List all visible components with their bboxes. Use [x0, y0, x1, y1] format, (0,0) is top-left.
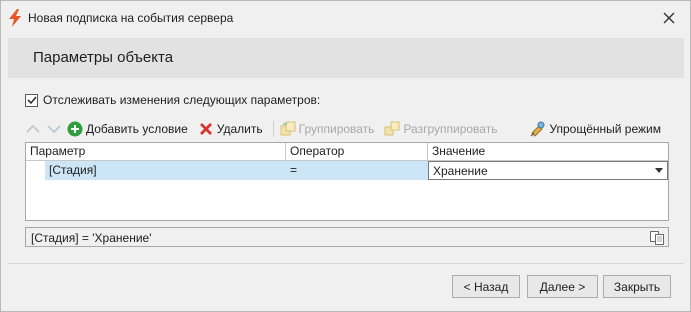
delete-label: Удалить: [216, 122, 263, 136]
ungroup-label: Разгруппировать: [403, 122, 498, 136]
group-label: Группировать: [298, 122, 375, 136]
expression-text: [Стадия] = 'Хранение': [31, 231, 152, 245]
column-header-parameter[interactable]: Параметр: [26, 143, 286, 160]
row-parameter-cell[interactable]: [Стадия]: [45, 161, 286, 180]
condition-toolbar: Добавить условие Удалить Группировать Ра…: [25, 119, 671, 139]
lightning-icon: [9, 9, 21, 27]
move-up-icon[interactable]: [25, 121, 41, 137]
delete-x-icon: [198, 121, 214, 137]
dialog-window: Новая подписка на события сервера Параме…: [0, 0, 691, 312]
column-header-operator[interactable]: Оператор: [286, 143, 428, 160]
next-button[interactable]: Далее >: [527, 275, 598, 298]
close-icon[interactable]: [658, 7, 680, 29]
page-title: Параметры объекта: [33, 49, 174, 66]
copy-icon[interactable]: [649, 230, 665, 246]
group-icon: [280, 121, 296, 137]
add-condition-button[interactable]: Добавить условие: [67, 119, 188, 139]
track-changes-checkbox[interactable]: [25, 93, 38, 107]
toolbar-separator: [272, 121, 274, 137]
expression-bar: [Стадия] = 'Хранение': [25, 227, 669, 247]
row-value-dropdown[interactable]: Хранение: [428, 161, 668, 180]
back-button[interactable]: < Назад: [452, 275, 520, 298]
grid-header: Параметр Оператор Значение: [26, 143, 668, 161]
footer-divider: [8, 263, 684, 264]
ungroup-icon: [384, 121, 400, 137]
close-button[interactable]: Закрыть: [603, 275, 671, 298]
simple-mode-label: Упрощённый режим: [549, 122, 661, 136]
simple-mode-button[interactable]: Упрощённый режим: [530, 119, 661, 139]
plus-circle-icon: [67, 121, 83, 137]
table-row[interactable]: [Стадия] = Хранение: [26, 161, 668, 180]
header-band: Параметры объекта: [8, 38, 684, 78]
ungroup-button[interactable]: Разгруппировать: [384, 119, 497, 139]
group-button[interactable]: Группировать: [280, 119, 375, 139]
simple-mode-icon: [530, 121, 546, 137]
window-title: Новая подписка на события сервера: [28, 11, 234, 25]
add-condition-label: Добавить условие: [86, 122, 188, 136]
track-changes-row[interactable]: Отслеживать изменения следующих параметр…: [25, 93, 320, 107]
row-value-text: Хранение: [433, 164, 488, 178]
delete-button[interactable]: Удалить: [198, 119, 263, 139]
row-operator-cell[interactable]: =: [286, 161, 428, 180]
conditions-grid: Параметр Оператор Значение [Стадия] = Хр…: [25, 142, 669, 221]
move-down-icon[interactable]: [46, 121, 62, 137]
title-bar: Новая подписка на события сервера: [1, 1, 690, 34]
track-changes-label: Отслеживать изменения следующих параметр…: [43, 93, 321, 107]
column-header-value[interactable]: Значение: [428, 143, 668, 160]
dropdown-arrow-icon[interactable]: [655, 168, 663, 173]
